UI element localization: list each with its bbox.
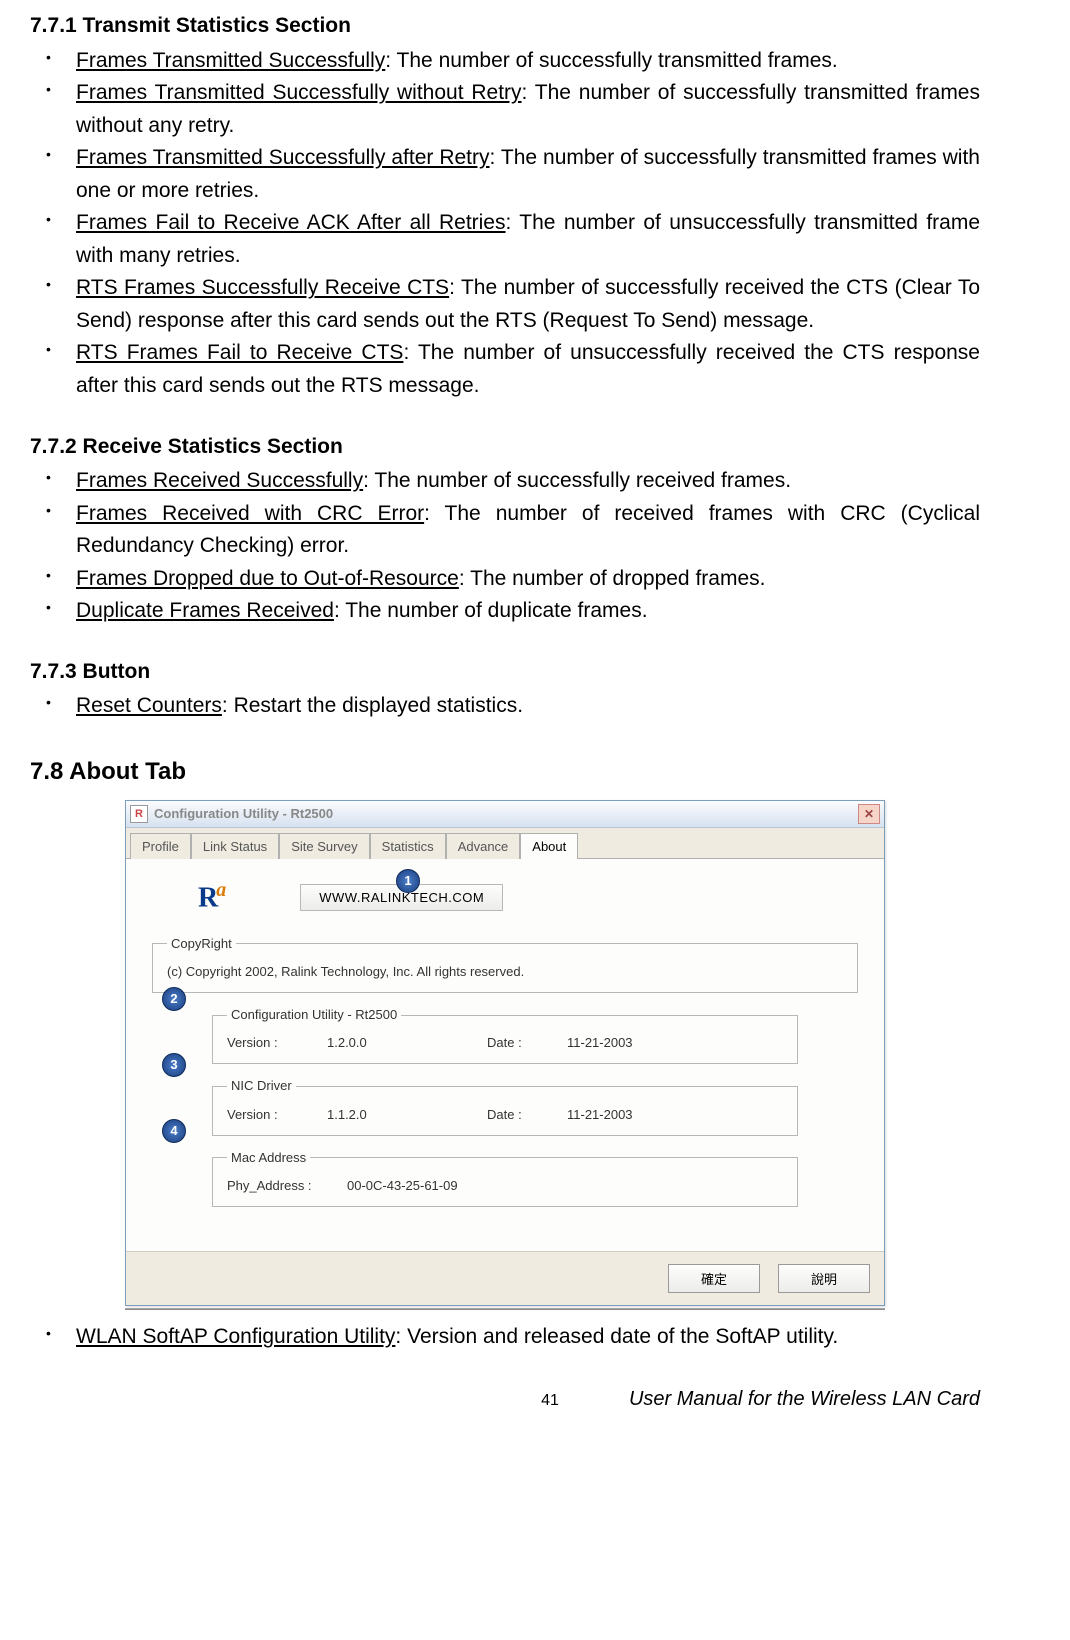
legend-mac: Mac Address xyxy=(227,1148,310,1168)
list-item: RTS Frames Fail to Receive CTS: The numb… xyxy=(40,337,980,402)
help-button[interactable]: 說明 xyxy=(778,1264,870,1293)
group-mac-address: Mac Address Phy_Address : 00-0C-43-25-61… xyxy=(212,1148,798,1207)
value-date: 11-21-2003 xyxy=(567,1033,633,1053)
list-button: Reset Counters: Restart the displayed st… xyxy=(30,690,980,723)
list-item: Frames Transmitted Successfully after Re… xyxy=(40,142,980,207)
page-number: 41 xyxy=(541,1389,559,1414)
term: Duplicate Frames Received xyxy=(76,599,334,622)
heading-772: 7.7.2 Receive Statistics Section xyxy=(30,431,980,464)
callout-4: 4 xyxy=(162,1119,186,1143)
term: RTS Frames Successfully Receive CTS xyxy=(76,276,449,299)
label-date: Date : xyxy=(487,1105,567,1125)
ralink-logo: Ra xyxy=(198,875,224,920)
list-item: WLAN SoftAP Configuration Utility: Versi… xyxy=(40,1321,980,1354)
tab-statistics[interactable]: Statistics xyxy=(370,833,446,859)
value-version: 1.2.0.0 xyxy=(327,1033,487,1053)
callout-1: 1 xyxy=(396,869,420,893)
heading-78: 7.8 About Tab xyxy=(30,753,980,790)
term: Frames Received Successfully xyxy=(76,469,363,492)
label-phy-address: Phy_Address : xyxy=(227,1176,347,1196)
desc: : The number of successfully transmitted… xyxy=(385,49,837,72)
callout-2: 2 xyxy=(162,987,186,1011)
list-item: Frames Transmitted Successfully: The num… xyxy=(40,45,980,78)
term: Frames Transmitted Successfully after Re… xyxy=(76,146,490,169)
window-title: Configuration Utility - Rt2500 xyxy=(154,804,858,824)
list-item: Frames Received Successfully: The number… xyxy=(40,465,980,498)
heading-771: 7.7.1 Transmit Statistics Section xyxy=(30,10,980,43)
app-icon: R xyxy=(130,805,148,823)
tab-about[interactable]: About xyxy=(520,833,578,859)
desc: : The number of dropped frames. xyxy=(459,567,766,590)
term: Frames Transmitted Successfully without … xyxy=(76,81,522,104)
list-item: Reset Counters: Restart the displayed st… xyxy=(40,690,980,723)
group-nic-driver: NIC Driver Version : 1.1.2.0 Date : 11-2… xyxy=(212,1076,798,1135)
copyright-text: (c) Copyright 2002, Ralink Technology, I… xyxy=(167,962,843,982)
tab-profile[interactable]: Profile xyxy=(130,833,191,859)
legend-config: Configuration Utility - Rt2500 xyxy=(227,1005,401,1025)
tab-advance[interactable]: Advance xyxy=(446,833,521,859)
term: Frames Fail to Receive ACK After all Ret… xyxy=(76,211,506,234)
label-version: Version : xyxy=(227,1033,327,1053)
list-item: Frames Received with CRC Error: The numb… xyxy=(40,498,980,563)
value-phy-address: 00-0C-43-25-61-09 xyxy=(347,1176,458,1196)
list-item: Frames Transmitted Successfully without … xyxy=(40,77,980,142)
heading-773: 7.7.3 Button xyxy=(30,656,980,689)
list-item: Duplicate Frames Received: The number of… xyxy=(40,595,980,628)
legend-copyright: CopyRight xyxy=(167,934,236,954)
ok-button[interactable]: 確定 xyxy=(668,1264,760,1293)
list-receive: Frames Received Successfully: The number… xyxy=(30,465,980,628)
tab-link-status[interactable]: Link Status xyxy=(191,833,279,859)
title-bar: R Configuration Utility - Rt2500 ✕ xyxy=(126,801,884,828)
label-date: Date : xyxy=(487,1033,567,1053)
desc: : The number of successfully received fr… xyxy=(363,469,791,492)
list-item: Frames Dropped due to Out-of-Resource: T… xyxy=(40,563,980,596)
legend-nic: NIC Driver xyxy=(227,1076,296,1096)
list-about-note: WLAN SoftAP Configuration Utility: Versi… xyxy=(30,1321,980,1354)
term: Reset Counters xyxy=(76,694,222,717)
dialog-window: R Configuration Utility - Rt2500 ✕ Profi… xyxy=(125,800,885,1306)
footer-title: User Manual for the Wireless LAN Card xyxy=(629,1384,980,1415)
value-date: 11-21-2003 xyxy=(567,1105,633,1125)
list-item: Frames Fail to Receive ACK After all Ret… xyxy=(40,207,980,272)
group-config-utility: Configuration Utility - Rt2500 Version :… xyxy=(212,1005,798,1064)
term: Frames Transmitted Successfully xyxy=(76,49,385,72)
term: Frames Dropped due to Out-of-Resource xyxy=(76,567,459,590)
term: Frames Received with CRC Error xyxy=(76,502,424,525)
dialog-screenshot: R Configuration Utility - Rt2500 ✕ Profi… xyxy=(125,800,885,1309)
term: WLAN SoftAP Configuration Utility xyxy=(76,1325,395,1348)
label-version: Version : xyxy=(227,1105,327,1125)
button-row: 確定 說明 xyxy=(126,1251,884,1305)
tab-site-survey[interactable]: Site Survey xyxy=(279,833,369,859)
term: RTS Frames Fail to Receive CTS xyxy=(76,341,403,364)
list-transmit: Frames Transmitted Successfully: The num… xyxy=(30,45,980,403)
page-footer: 41 User Manual for the Wireless LAN Card xyxy=(30,1384,980,1415)
tab-bar: Profile Link Status Site Survey Statisti… xyxy=(126,828,884,859)
desc: : The number of duplicate frames. xyxy=(334,599,648,622)
list-item: RTS Frames Successfully Receive CTS: The… xyxy=(40,272,980,337)
desc: : Version and released date of the SoftA… xyxy=(395,1325,838,1348)
close-icon: ✕ xyxy=(864,805,874,824)
value-version: 1.1.2.0 xyxy=(327,1105,487,1125)
callout-3: 3 xyxy=(162,1053,186,1077)
close-button[interactable]: ✕ xyxy=(858,804,880,824)
dialog-body: 1 2 3 4 Ra WWW.RALINKTECH.COM CopyRight … xyxy=(126,859,884,1251)
group-copyright: CopyRight (c) Copyright 2002, Ralink Tec… xyxy=(152,934,858,993)
desc: : Restart the displayed statistics. xyxy=(222,694,523,717)
